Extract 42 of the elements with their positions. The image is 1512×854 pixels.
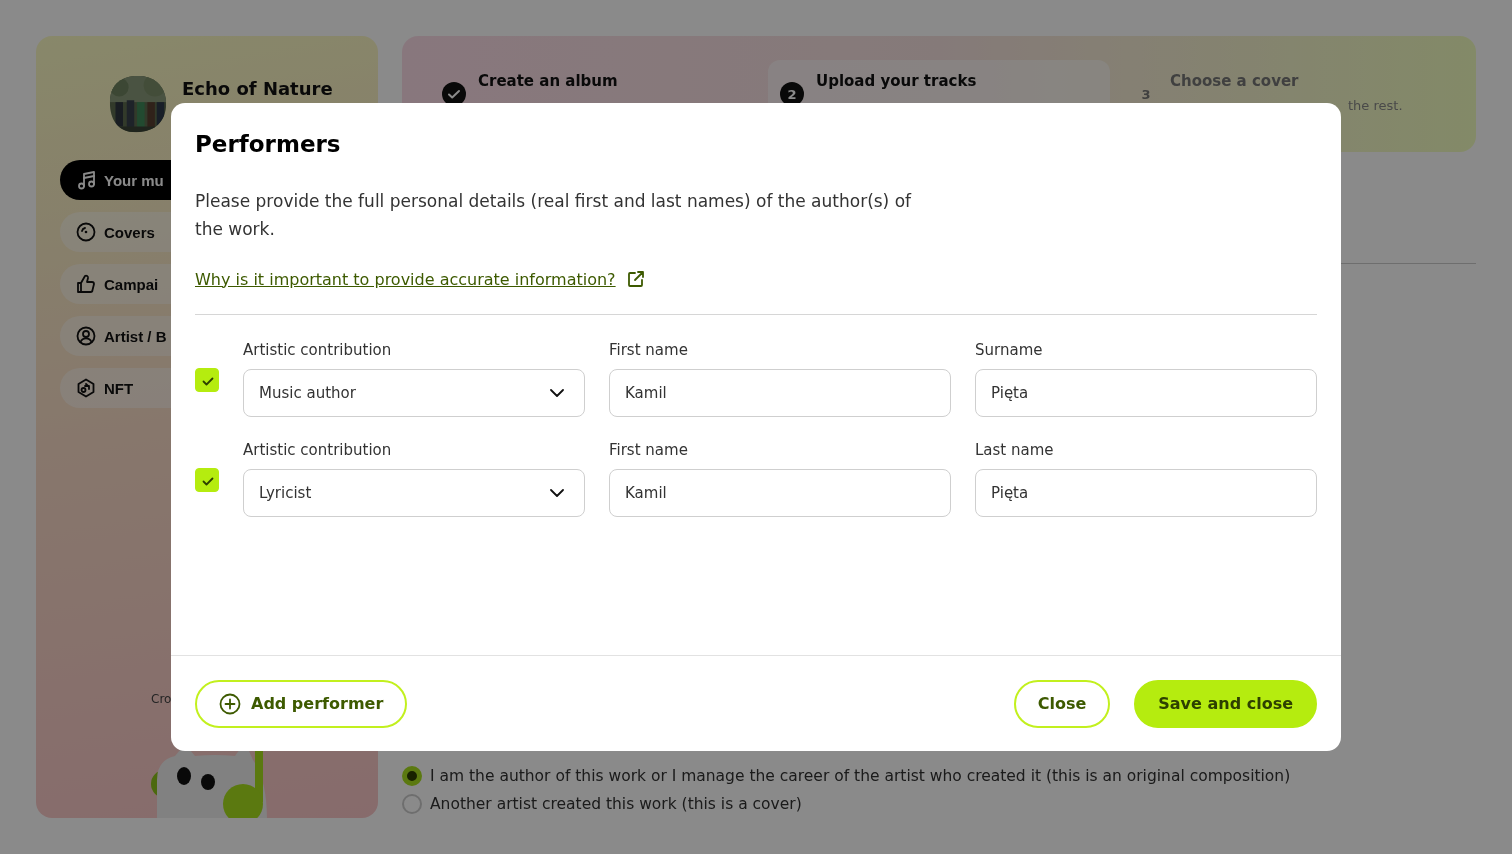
radio-button[interactable] [402,794,422,814]
modal-description: Please provide the full personal details (real first and last names) of the author(s) of the work. [195,190,913,241]
step-number: 3 [1140,85,1152,104]
radio-label: Another artist created this work (this is a cover) [430,795,802,813]
external-link-icon[interactable] [625,269,646,289]
plus-circle-icon [219,692,241,715]
dropdown-field[interactable]: Lyricist [243,469,585,517]
step-number: 2 [780,82,804,106]
field-label: First name [609,341,689,359]
step-description: the rest. [1347,98,1403,113]
chevron-down-icon [550,489,564,497]
close-button[interactable]: Close [1013,679,1111,728]
field-label: First name [609,441,689,459]
save-and-close-button[interactable]: Save and close [1134,679,1317,728]
artist-name: Echo of Nature [182,79,333,99]
input-field[interactable]: Kamil [609,369,951,417]
thumbs-up-icon [76,274,96,294]
field-label: Last name [975,441,1055,459]
radio-label: I am the author of this work or I manage the career of the artist who created it (this is an original composition) [430,767,1291,785]
checkbox[interactable] [195,468,219,492]
input-field[interactable]: Pięta [975,369,1317,417]
disc-icon [76,222,96,242]
field-label: Artistic contribution [243,341,393,359]
step-title: Choose a cover [1170,72,1300,90]
input-field[interactable]: Pięta [975,469,1317,517]
radio-button[interactable] [402,766,422,786]
sidebar-text: Cro [151,692,172,706]
checkbox[interactable] [195,368,219,392]
step-title: Upload your tracks [816,72,977,90]
music-note-icon [76,170,96,190]
nav-item[interactable]: Your mu [60,160,171,200]
hexagon-icon [76,378,96,398]
modal-title: Performers [195,131,342,157]
user-icon [76,326,96,346]
step-title: Create an album [478,72,618,90]
input-field[interactable]: Kamil [609,469,951,517]
field-label: Artistic contribution [243,441,393,459]
info-link[interactable]: Why is it important to provide accurate information? [195,269,616,289]
field-label: Surname [975,341,1044,359]
chevron-down-icon [550,389,564,397]
add-performer-button[interactable]: Add performer [195,679,408,728]
dropdown-field[interactable]: Music author [243,369,585,417]
